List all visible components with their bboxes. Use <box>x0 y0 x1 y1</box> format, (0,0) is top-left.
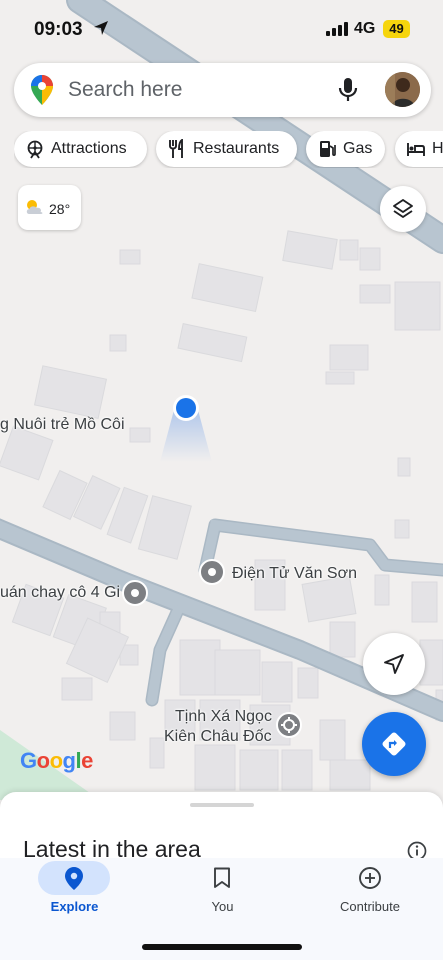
place-pin-icon <box>122 580 148 606</box>
battery-indicator: 49 <box>383 20 410 38</box>
bookmark-icon <box>214 867 230 888</box>
weather-temperature: 28° <box>49 201 71 217</box>
category-chips: Attractions Restaurants Gas H <box>14 131 443 168</box>
my-location-button[interactable] <box>363 633 425 695</box>
chip-label: H <box>432 140 443 157</box>
poi-pin-electronics[interactable] <box>199 559 225 592</box>
avatar-image <box>385 72 420 107</box>
status-time: 09:03 <box>34 19 83 40</box>
google-attribution-logo: Google <box>20 748 93 773</box>
partly-cloudy-icon <box>26 200 43 214</box>
gas-station-icon <box>320 141 336 157</box>
map-label-temple-line1[interactable]: Tịnh Xá Ngọc <box>175 708 272 726</box>
location-dot <box>176 398 196 418</box>
cellular-signal-icon <box>326 22 348 36</box>
chip-gas[interactable]: Gas <box>306 131 385 167</box>
sheet-drag-handle[interactable] <box>190 803 254 807</box>
nav-label-you: You <box>211 899 234 914</box>
poi-pin-temple[interactable] <box>276 712 302 743</box>
nav-you[interactable]: You <box>185 858 260 918</box>
chip-label: Restaurants <box>193 140 280 157</box>
home-indicator <box>142 944 302 950</box>
nav-explore[interactable]: Explore <box>37 858 112 918</box>
map-label-temple-line2[interactable]: Kiên Châu Đốc <box>164 728 272 746</box>
temple-icon <box>276 712 302 738</box>
nav-label-explore: Explore <box>50 899 99 914</box>
profile-avatar[interactable] <box>385 72 420 107</box>
attractions-icon <box>27 140 43 159</box>
place-pin-icon <box>199 559 225 585</box>
navigation-arrow-icon <box>384 654 404 674</box>
explore-bottom-sheet[interactable]: Latest in the area <box>0 792 443 862</box>
chip-attractions[interactable]: Attractions <box>14 131 147 167</box>
location-pin-icon <box>65 867 83 890</box>
microphone-icon[interactable] <box>338 76 358 104</box>
chip-restaurants[interactable]: Restaurants <box>156 131 297 167</box>
search-bar[interactable]: Search here <box>14 63 431 117</box>
weather-widget[interactable]: 28° <box>18 185 81 230</box>
nav-contribute[interactable]: Contribute <box>320 858 420 918</box>
nav-label-contribute: Contribute <box>340 899 400 914</box>
network-type: 4G <box>354 20 376 37</box>
layers-icon <box>393 199 413 218</box>
search-input[interactable]: Search here <box>68 78 182 102</box>
buildings <box>0 230 443 791</box>
directions-button[interactable] <box>362 712 426 776</box>
layers-button[interactable] <box>380 186 426 232</box>
hotel-icon <box>407 143 425 156</box>
location-services-icon <box>94 21 108 35</box>
map-label-orphanage[interactable]: g Nuôi trẻ Mồ Côi <box>0 416 125 434</box>
add-circle-icon <box>359 867 381 889</box>
restaurant-icon <box>169 139 183 158</box>
directions-icon <box>382 732 406 756</box>
chip-label: Attractions <box>51 140 127 157</box>
poi-pin-vegetarian[interactable] <box>122 580 148 613</box>
google-maps-logo-icon <box>31 75 53 105</box>
map-label-vegetarian[interactable]: uán chay cô 4 Gi <box>0 584 120 602</box>
chip-label: Gas <box>343 140 373 157</box>
map-label-electronics[interactable]: Điện Tử Văn Sơn <box>232 565 357 583</box>
chip-hotels[interactable]: H <box>395 131 443 167</box>
status-bar: 09:03 4G 49 <box>0 0 443 56</box>
